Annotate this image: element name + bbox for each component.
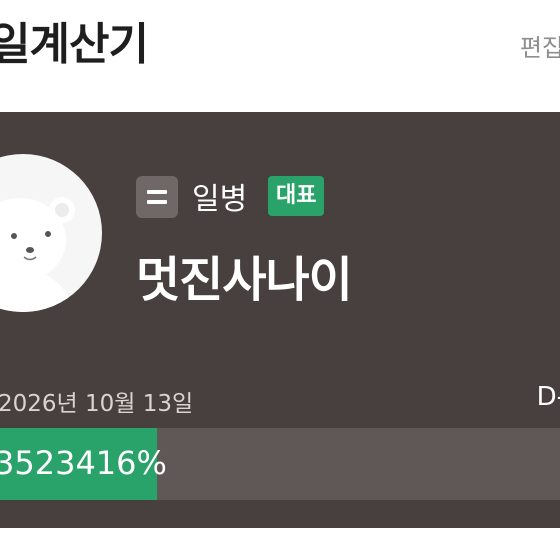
service-progress-bar: 3523416%: [0, 428, 560, 500]
rank-label: 일병: [192, 182, 248, 217]
private-rank-icon: [136, 176, 178, 218]
footer-space: [0, 528, 560, 560]
polar-bear-icon: [0, 154, 102, 312]
edit-button[interactable]: 편집: [520, 28, 560, 63]
soldier-card[interactable]: 일병 대표 멋진사나이 2026년 10월 13일 D- 3523416%: [0, 112, 560, 528]
representative-badge: 대표: [268, 176, 325, 216]
page-title: 일계산기: [0, 19, 149, 70]
discharge-date: 2026년 10월 13일: [0, 391, 194, 417]
progress-percent: 3523416%: [0, 444, 167, 482]
app-header: 일계산기 편집: [0, 0, 560, 112]
soldier-name: 멋진사나이: [136, 252, 353, 308]
dday-counter: D-: [536, 382, 560, 412]
